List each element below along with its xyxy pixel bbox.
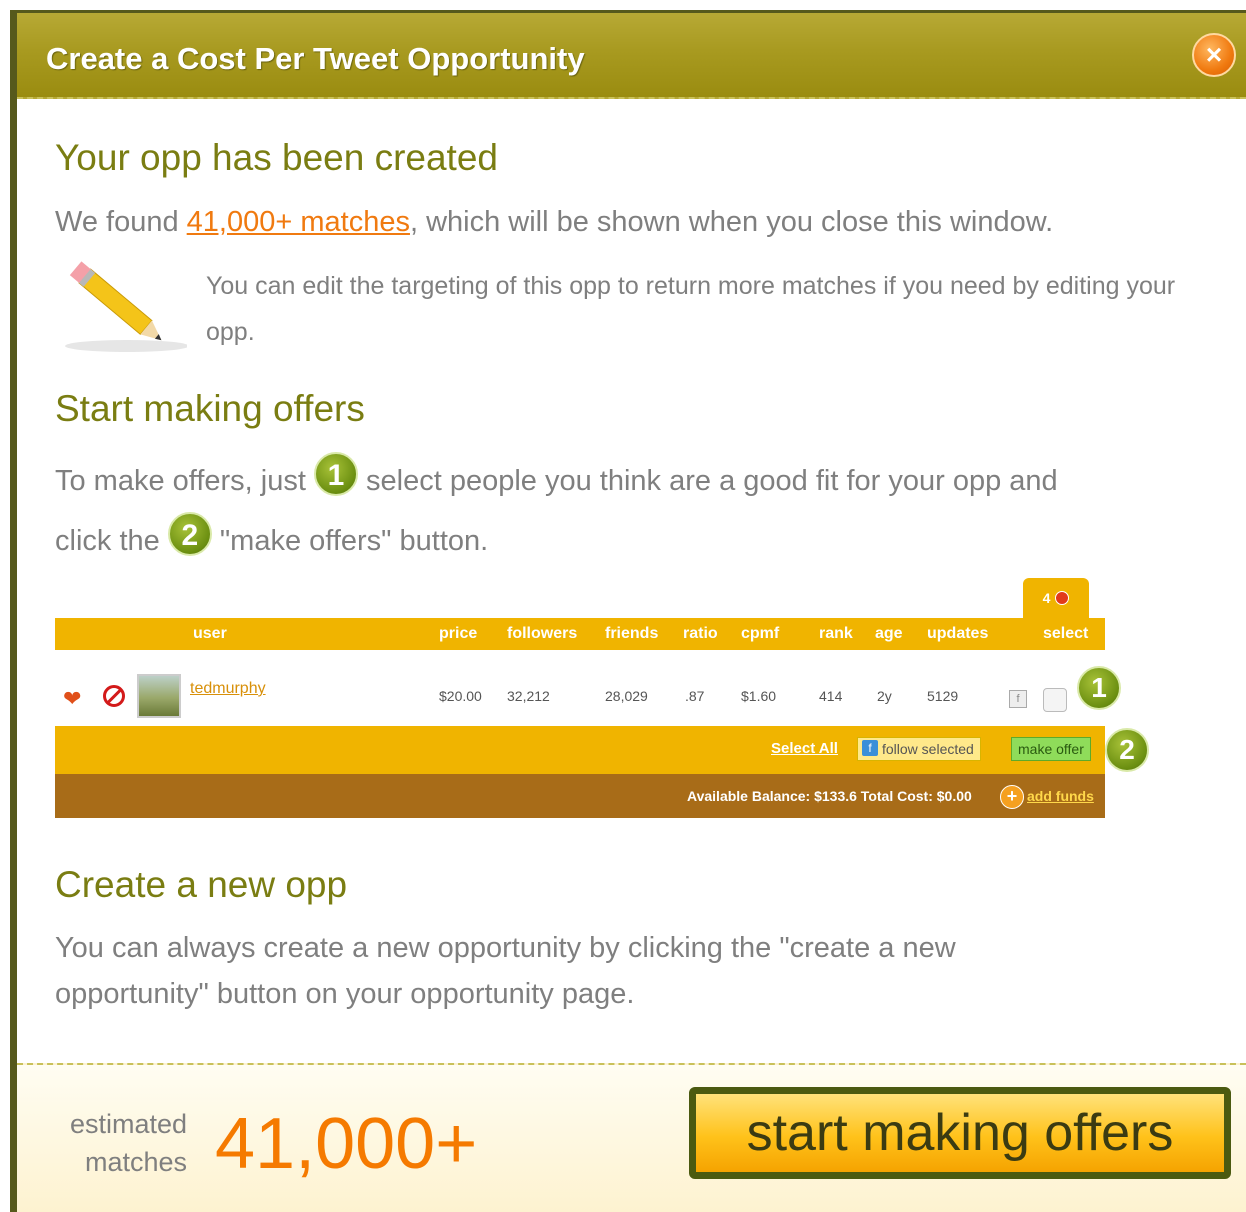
col-rank: rank	[819, 625, 853, 642]
new-opp-body: You can always create a new opportunity …	[55, 932, 956, 1010]
example-table-screenshot: 4 user price followers friends ratio cpm…	[55, 578, 1155, 818]
selected-count-tab: 4	[1023, 578, 1089, 618]
modal-titlebar: Create a Cost Per Tweet Opportunity ×	[17, 13, 1246, 99]
add-funds-icon[interactable]: +	[1000, 785, 1024, 809]
col-price: price	[439, 625, 478, 642]
avatar	[137, 674, 181, 718]
col-ratio: ratio	[683, 625, 718, 642]
balance-text: Available Balance: $133.6 Total Cost: $0…	[687, 788, 972, 804]
step-1-badge: 1	[313, 452, 358, 497]
add-funds-link[interactable]: add funds	[1027, 788, 1094, 804]
col-friends: friends	[605, 625, 659, 642]
cell-age: 2y	[877, 688, 892, 704]
select-checkbox[interactable]	[1043, 688, 1067, 712]
matches-link[interactable]: 41,000+ matches	[187, 206, 410, 238]
table-row: ❤ tedmurphy $20.00 32,212 28,029 .87 $1.…	[55, 650, 1121, 726]
follow-selected-button[interactable]: follow selected	[857, 737, 981, 761]
favorite-icon[interactable]: ❤	[63, 686, 81, 712]
follow-icon[interactable]: f	[1009, 690, 1027, 708]
table-actions-bar: Select All follow selected make offer 2	[55, 726, 1149, 774]
start-making-offers-button[interactable]: start making offers	[689, 1087, 1231, 1179]
modal-title: Create a Cost Per Tweet Opportunity	[46, 41, 585, 76]
estimated-matches-value: 41,000+	[215, 1104, 478, 1184]
table-header: user price followers friends ratio cpmf …	[55, 618, 1105, 650]
cell-followers: 32,212	[507, 688, 550, 704]
offers-heading: Start making offers	[55, 388, 365, 429]
select-all-link[interactable]: Select All	[771, 740, 838, 757]
cell-ratio: .87	[685, 688, 705, 704]
step-2-badge: 2	[167, 512, 212, 557]
new-opp-heading: Create a new opp	[55, 864, 348, 905]
offers-instructions: To make offers, just 1 select people you…	[55, 451, 1235, 571]
pencil-icon	[57, 258, 189, 358]
balance-bar: Available Balance: $133.6 Total Cost: $0…	[55, 774, 1105, 818]
edit-note: You can edit the targeting of this opp t…	[206, 272, 1176, 346]
step-2-marker: 2	[1105, 728, 1149, 772]
close-button[interactable]: ×	[1192, 33, 1236, 77]
col-select: select	[1043, 625, 1089, 642]
cpt-modal: Create a Cost Per Tweet Opportunity × Yo…	[10, 10, 1246, 1212]
cell-updates: 5129	[927, 688, 959, 704]
col-followers: followers	[507, 625, 578, 642]
step-1-marker: 1	[1077, 666, 1121, 710]
col-updates: updates	[927, 625, 989, 642]
modal-footer: estimated matches 41,000+ start making o…	[17, 1063, 1246, 1212]
col-age: age	[875, 625, 903, 642]
estimated-matches-label: estimated matches	[69, 1109, 187, 1177]
close-icon: ×	[1205, 39, 1223, 70]
col-cpmf: cpmf	[741, 625, 780, 642]
cell-rank: 414	[819, 688, 843, 704]
cell-cpmf: $1.60	[741, 688, 777, 704]
col-user: user	[193, 625, 227, 642]
username-link[interactable]: tedmurphy	[190, 680, 266, 698]
block-icon[interactable]	[103, 685, 125, 707]
cell-friends: 28,029	[605, 688, 648, 704]
make-offer-button[interactable]: make offer	[1011, 737, 1091, 761]
cell-price: $20.00	[439, 688, 482, 704]
matches-sentence: We found 41,000+ matches, which will be …	[55, 206, 1054, 238]
created-heading: Your opp has been created	[55, 137, 498, 178]
remove-icon	[1055, 591, 1070, 605]
